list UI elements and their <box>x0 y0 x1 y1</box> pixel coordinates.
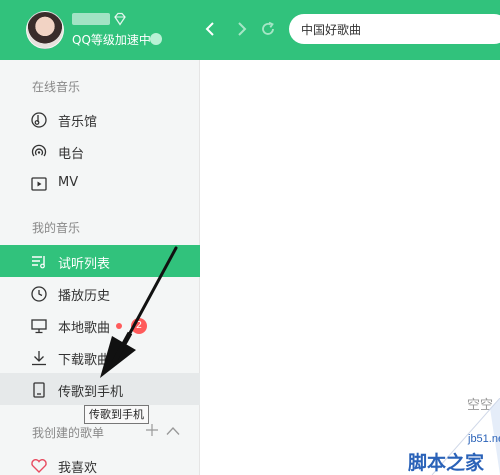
section-title-online: 在线音乐 <box>32 80 81 94</box>
sidebar-item-label: MV <box>58 175 79 190</box>
section-title-created-playlists: 我创建的歌单 <box>32 426 105 440</box>
tooltip: 传歌到手机 <box>84 405 149 424</box>
count-badge: 2 <box>131 318 147 334</box>
download-icon <box>32 351 46 366</box>
sidebar-item-send-to-phone[interactable]: 传歌到手机 <box>0 373 200 405</box>
level-status[interactable]: QQ等级加速中 <box>72 31 151 48</box>
sidebar-item-label: 本地歌曲 <box>58 321 111 336</box>
add-playlist-icon[interactable] <box>146 424 158 436</box>
refresh-icon[interactable] <box>259 20 277 38</box>
playlist-icon <box>32 256 45 269</box>
history-icon <box>31 286 47 302</box>
search-input-value: 中国好歌曲 <box>301 23 362 37</box>
sidebar-item-downloads[interactable]: 下载歌曲 <box>0 341 200 373</box>
sidebar-item-favorites[interactable]: 我喜欢 <box>0 449 200 475</box>
top-bar: QQ等级加速中 中国好歌曲 <box>0 0 500 60</box>
heart-icon <box>31 459 47 473</box>
section-title-my-music: 我的音乐 <box>32 221 81 235</box>
chevron-up-icon[interactable] <box>166 426 180 436</box>
computer-icon <box>31 319 47 334</box>
mv-icon <box>31 177 47 191</box>
sidebar-item-local-songs[interactable]: 本地歌曲 2 <box>0 309 200 341</box>
sidebar-item-mv[interactable]: MV <box>0 167 200 199</box>
watermark-name: 脚本之家 <box>408 452 485 474</box>
sidebar-item-label: 音乐馆 <box>58 115 98 130</box>
sidebar-item-radio[interactable]: 电台 <box>0 135 200 167</box>
forward-arrow-icon[interactable] <box>232 20 250 38</box>
watermark-site: jb51.net <box>468 433 500 445</box>
sidebar-item-history[interactable]: 播放历史 <box>0 277 200 309</box>
back-arrow-icon[interactable] <box>202 20 220 38</box>
username-blurred[interactable] <box>72 13 110 25</box>
phone-icon <box>33 382 45 398</box>
radio-icon <box>31 144 47 157</box>
search-input[interactable]: 中国好歌曲 <box>289 14 500 44</box>
vip-diamond-icon[interactable] <box>113 12 127 26</box>
sidebar-item-label: 播放历史 <box>58 289 111 304</box>
sidebar-item-label: 传歌到手机 <box>58 385 124 400</box>
sidebar-item-label: 电台 <box>58 147 85 162</box>
sidebar-item-playlist[interactable]: 试听列表 <box>0 245 200 277</box>
sidebar-item-music-hall[interactable]: 音乐馆 <box>0 103 200 135</box>
level-check-icon <box>150 33 162 45</box>
sidebar-item-label: 试听列表 <box>58 257 111 272</box>
music-hall-icon <box>31 112 47 128</box>
user-avatar[interactable] <box>26 11 64 49</box>
sidebar-item-label: 下载歌曲 <box>58 353 111 368</box>
new-dot-badge <box>116 323 122 329</box>
sidebar-item-label: 我喜欢 <box>58 461 98 475</box>
